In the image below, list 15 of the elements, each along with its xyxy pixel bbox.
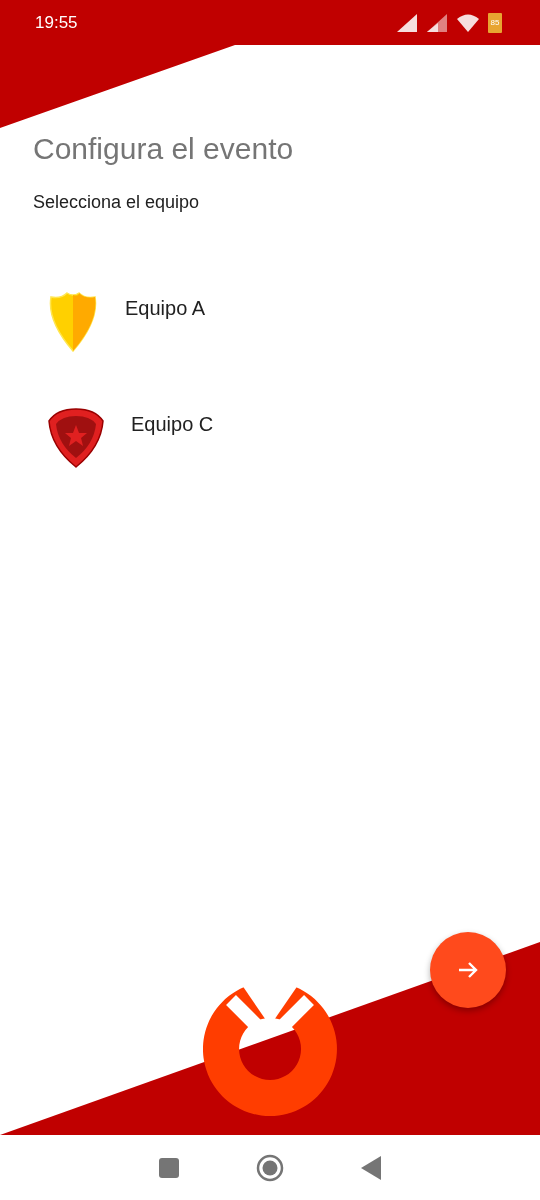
- status-time: 19:55: [35, 12, 79, 33]
- page-title: Configura el evento: [33, 132, 295, 166]
- section-label: Selecciona el equipo: [33, 192, 201, 213]
- team-name[interactable]: Equipo A: [125, 297, 206, 320]
- signal-icon: [426, 12, 448, 33]
- home-icon[interactable]: [256, 1153, 284, 1182]
- square-icon[interactable]: [158, 1157, 179, 1178]
- wifi-icon: [456, 12, 480, 33]
- team-name[interactable]: Equipo C: [131, 413, 214, 436]
- shield-icon: [47, 291, 99, 353]
- next-button[interactable]: [430, 932, 506, 1008]
- shield-icon: [47, 407, 105, 469]
- signal-icon: [396, 12, 418, 33]
- battery-icon: 85: [488, 12, 502, 33]
- back-icon[interactable]: [361, 1155, 382, 1180]
